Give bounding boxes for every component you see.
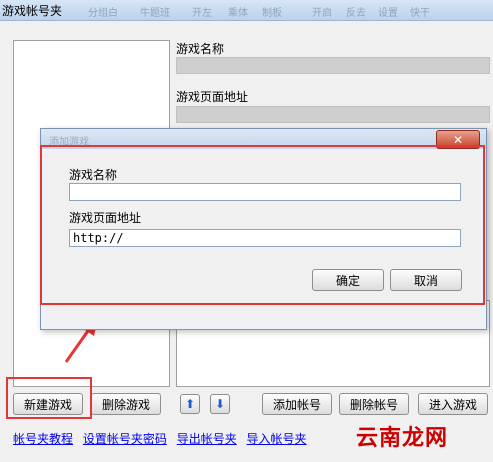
menu-item[interactable]: 制板	[262, 4, 282, 19]
menu-item[interactable]: 开启	[312, 4, 332, 19]
menu-item[interactable]: 牛题班	[140, 4, 170, 19]
move-down-button[interactable]: ⬇	[210, 394, 230, 414]
link-import[interactable]: 导入帐号夹	[247, 432, 307, 446]
link-set-password[interactable]: 设置帐号夹密码	[83, 432, 167, 446]
main-title-bar: 游戏帐号夹 分组白 牛题班 开左 乘体 制板 开启 反去 设置 快干	[0, 0, 493, 21]
game-url-label: 游戏页面地址	[176, 90, 249, 104]
menu-item[interactable]: 快干	[410, 4, 430, 19]
watermark: 云南龙网	[356, 425, 449, 451]
game-name-label: 游戏名称	[176, 42, 225, 56]
game-url-field[interactable]	[176, 106, 490, 123]
add-account-button[interactable]: 添加帐号	[262, 393, 332, 415]
menu-item[interactable]: 乘体	[228, 4, 248, 19]
menu-item[interactable]: 开左	[192, 4, 212, 19]
menu-item[interactable]: 反去	[346, 4, 366, 19]
highlight-dialog	[40, 145, 485, 305]
delete-game-button[interactable]: 删除游戏	[91, 393, 161, 415]
arrow-down-icon: ⬇	[214, 397, 226, 411]
menu-item[interactable]: 设置	[378, 4, 398, 19]
highlight-new-game	[6, 377, 92, 419]
footer-links: 帐号夹教程 设置帐号夹密码 导出帐号夹 导入帐号夹	[13, 430, 313, 447]
link-export[interactable]: 导出帐号夹	[177, 432, 237, 446]
window-title: 游戏帐号夹	[2, 4, 63, 18]
menu-item[interactable]: 分组白	[88, 4, 118, 19]
game-name-field[interactable]	[176, 57, 490, 74]
move-up-button[interactable]: ⬆	[180, 394, 200, 414]
link-account-tutorial[interactable]: 帐号夹教程	[13, 432, 73, 446]
arrow-up-icon: ⬆	[184, 397, 196, 411]
enter-game-button[interactable]: 进入游戏	[418, 393, 488, 415]
delete-account-button[interactable]: 删除帐号	[339, 393, 409, 415]
